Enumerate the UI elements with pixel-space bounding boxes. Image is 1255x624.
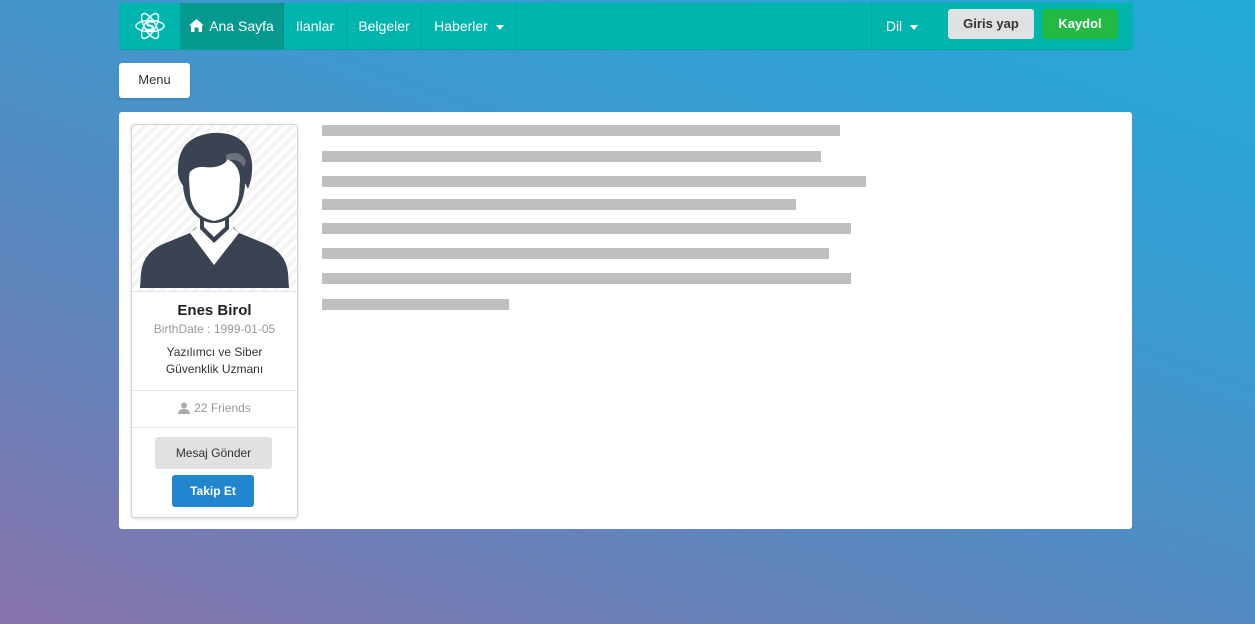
placeholder-line <box>322 299 509 310</box>
card-divider <box>132 427 297 428</box>
signup-button[interactable]: Kaydol <box>1042 9 1118 39</box>
user-avatar-icon <box>140 132 289 288</box>
main-content-panel: Enes Birol BirthDate : 1999-01-05 Yazılı… <box>119 112 1132 529</box>
brand-logo[interactable]: S <box>119 3 181 49</box>
nav-ilanlar[interactable]: Ilanlar <box>284 3 347 49</box>
nav-belgeler[interactable]: Belgeler <box>347 3 422 49</box>
placeholder-line <box>322 273 851 284</box>
top-navbar: S Ana Sayfa Ilanlar Belgeler Haberler Di… <box>119 3 1133 50</box>
svg-text:S: S <box>145 19 155 35</box>
placeholder-line <box>322 151 821 162</box>
avatar <box>132 125 297 292</box>
placeholder-line <box>322 223 851 234</box>
home-icon <box>189 19 205 32</box>
nav-home-label: Ana Sayfa <box>209 18 274 34</box>
language-dropdown[interactable]: Dil <box>871 3 932 49</box>
card-divider <box>132 390 297 391</box>
nav-home[interactable]: Ana Sayfa <box>180 3 284 49</box>
chevron-down-icon <box>910 24 919 30</box>
send-message-button[interactable]: Mesaj Gönder <box>155 437 272 469</box>
profile-birthdate: BirthDate : 1999-01-05 <box>153 322 276 336</box>
nav-haberler-dropdown[interactable]: Haberler <box>422 3 517 49</box>
placeholder-line <box>322 199 796 210</box>
nav-belgeler-label: Belgeler <box>358 18 410 34</box>
follow-button[interactable]: Takip Et <box>172 475 254 507</box>
profile-card: Enes Birol BirthDate : 1999-01-05 Yazılı… <box>131 124 298 518</box>
friends-count[interactable]: 22 Friends <box>132 401 297 415</box>
friends-count-label: 22 Friends <box>194 401 251 415</box>
language-label: Dil <box>885 18 903 34</box>
profile-name: Enes Birol <box>177 302 252 319</box>
placeholder-line <box>322 125 840 136</box>
nav-ilanlar-label: Ilanlar <box>295 18 335 34</box>
user-icon <box>178 402 191 414</box>
placeholder-line <box>322 176 866 187</box>
login-button[interactable]: Giris yap <box>948 9 1034 39</box>
placeholder-line <box>322 248 829 259</box>
menu-button[interactable]: Menu <box>119 63 190 98</box>
nav-haberler-label: Haberler <box>434 18 488 34</box>
chevron-down-icon <box>495 24 504 30</box>
atom-s-logo-icon: S <box>135 12 165 40</box>
profile-description: Yazılımcı ve Siber Güvenklik Uzmanı <box>165 345 264 376</box>
